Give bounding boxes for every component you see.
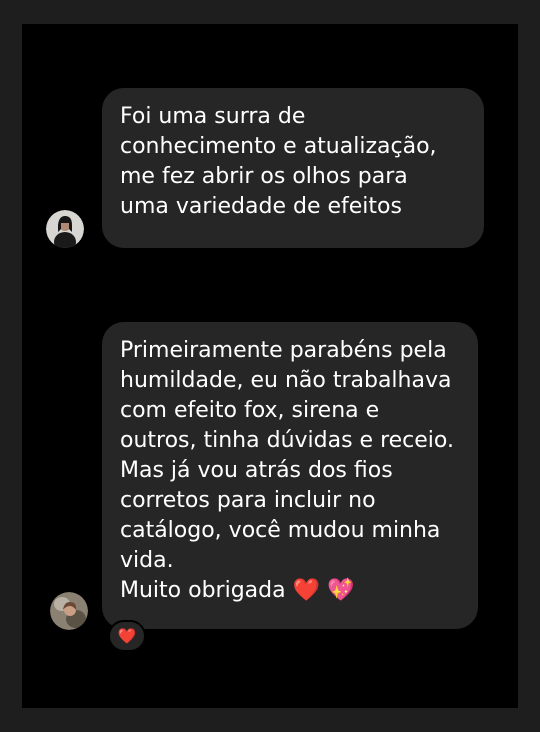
sender-avatar-1[interactable] [46,210,84,248]
reaction-heart-badge[interactable]: ❤️ [108,620,146,652]
message-closing-line: Muito obrigada ❤️ 💖 [120,576,460,606]
message-text-line: Foi uma surra de [120,104,306,129]
message-text-line: com efeito fox, sirena e [120,398,380,423]
message-text-line: outros, tinha dúvidas e receio. [120,428,454,453]
closing-text: Muito obrigada [120,578,286,603]
avatar-image [46,210,84,248]
message-text-line: Mas já vou atrás dos fios [120,458,393,483]
message-text-line: corretos para incluir no [120,488,376,513]
message-text-line: conhecimento e atualização, [120,134,437,159]
screenshot-frame: Foi uma surra de conhecimento e atualiza… [0,0,540,732]
message-text-line: me fez abrir os olhos para [120,164,408,189]
message-text-line: uma variedade de efeitos [120,194,402,219]
message-text-line: humildade, eu não trabalhava [120,368,452,393]
message-bubble-1[interactable]: Foi uma surra de conhecimento e atualiza… [102,88,484,248]
sender-avatar-2[interactable] [50,592,88,630]
chat-thread: Foi uma surra de conhecimento e atualiza… [22,24,518,708]
message-text-line: Primeiramente parabéns pela [120,338,447,363]
heart-reaction-icon: ❤️ [117,627,137,645]
red-heart-emoji: ❤️ [292,578,320,603]
avatar-image [50,592,88,630]
message-bubble-2[interactable]: Primeiramente parabéns pela humildade, e… [102,322,478,629]
message-text-line: vida. [120,548,174,573]
sparkling-heart-emoji: 💖 [327,578,355,603]
message-text-line: catálogo, você mudou minha [120,518,441,543]
